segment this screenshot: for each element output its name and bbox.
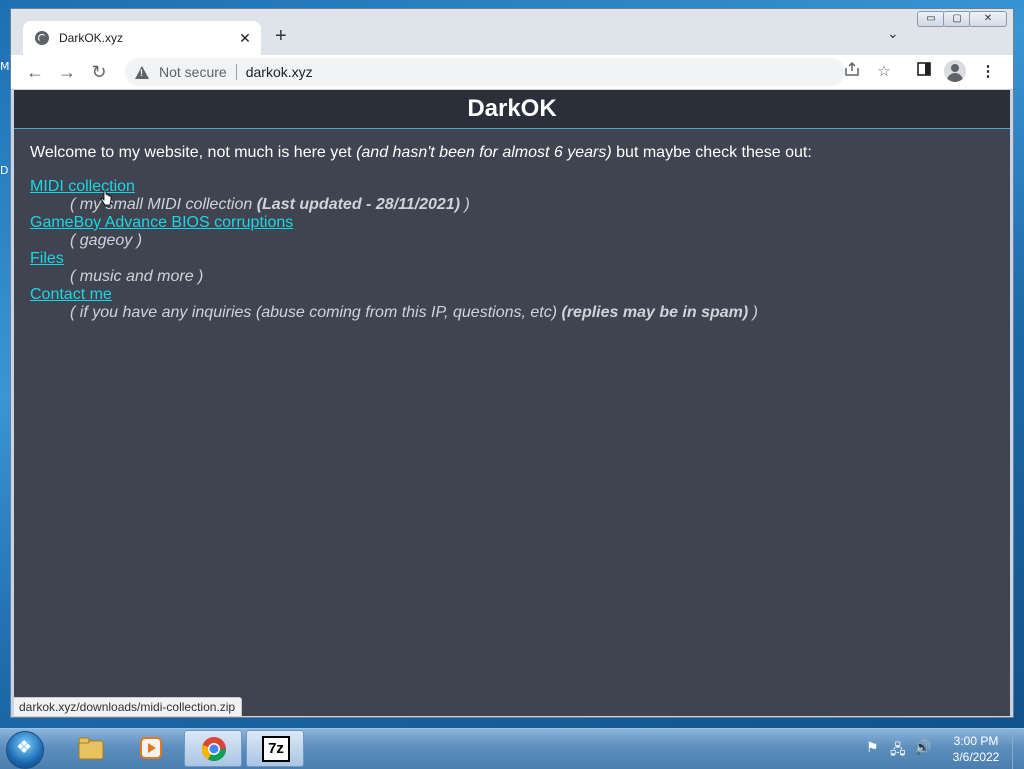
tab-title: DarkOK.xyz bbox=[59, 31, 124, 45]
list-item: Contact me ( if you have any inquiries (… bbox=[30, 286, 994, 322]
desc-bold: (Last updated - 28/11/2021) bbox=[256, 196, 461, 213]
chrome-icon bbox=[201, 737, 226, 762]
desc-text: ( if you have any inquiries (abuse comin… bbox=[70, 304, 562, 321]
browser-toolbar: ← → ↻ Not secure darkok.xyz ☆ ⋮ bbox=[11, 55, 1013, 89]
browser-window: DarkOK.xyz ✕ + ⌄ ▭ ▢ ✕ ← → ↻ Not secure … bbox=[10, 8, 1014, 718]
taskbar-chrome[interactable] bbox=[184, 730, 242, 767]
midi-collection-link[interactable]: MIDI collection bbox=[30, 178, 135, 196]
site-header: DarkOK bbox=[14, 90, 1010, 129]
action-center-flag-icon[interactable]: ⚑ bbox=[866, 739, 879, 756]
show-desktop-button[interactable] bbox=[1012, 729, 1024, 769]
new-tab-button[interactable]: + bbox=[275, 25, 287, 47]
desc-text: ( music and more ) bbox=[70, 268, 204, 285]
list-item: GameBoy Advance BIOS corruptions ( gageo… bbox=[30, 214, 994, 250]
desktop-icon-label-fragment[interactable]: M bbox=[0, 60, 10, 73]
minimize-button[interactable]: ▭ bbox=[917, 11, 945, 27]
welcome-prefix: Welcome to my website, not much is here … bbox=[30, 144, 357, 161]
address-bar[interactable]: Not secure darkok.xyz bbox=[125, 58, 845, 86]
security-label[interactable]: Not secure bbox=[159, 64, 227, 80]
star-icon[interactable]: ☆ bbox=[873, 61, 895, 83]
profile-icon[interactable] bbox=[944, 60, 966, 82]
maximize-button[interactable]: ▢ bbox=[943, 11, 971, 27]
volume-icon[interactable]: 🔊 bbox=[914, 739, 931, 756]
globe-icon bbox=[35, 31, 49, 45]
status-bar-url: darkok.xyz/downloads/midi-collection.zip bbox=[14, 697, 243, 716]
tab-strip: DarkOK.xyz ✕ + ⌄ ▭ ▢ ✕ bbox=[11, 9, 1013, 55]
welcome-suffix: but maybe check these out: bbox=[611, 144, 812, 161]
system-tray: ⚑ 🖧 🔊 bbox=[862, 737, 942, 761]
desc-text: ( my small MIDI collection bbox=[70, 196, 257, 213]
files-link[interactable]: Files bbox=[30, 250, 64, 268]
taskbar-clock[interactable]: 3:00 PM 3/6/2022 bbox=[946, 733, 1006, 765]
page-content: Welcome to my website, not much is here … bbox=[14, 129, 1010, 337]
contact-me-link[interactable]: Contact me bbox=[30, 286, 112, 304]
back-button[interactable]: ← bbox=[23, 61, 47, 83]
welcome-italic: (and hasn't been for almost 6 years) bbox=[356, 144, 612, 161]
tab-search-button[interactable]: ⌄ bbox=[887, 25, 899, 42]
welcome-text: Welcome to my website, not much is here … bbox=[30, 144, 994, 162]
start-button[interactable] bbox=[6, 731, 44, 769]
desc-end: ) bbox=[460, 196, 470, 213]
media-player-icon bbox=[140, 737, 162, 759]
close-window-button[interactable]: ✕ bbox=[969, 11, 1007, 27]
link-description: ( music and more ) bbox=[30, 268, 994, 286]
list-item: MIDI collection ( my small MIDI collecti… bbox=[30, 178, 994, 214]
menu-icon[interactable]: ⋮ bbox=[977, 61, 999, 83]
browser-tab[interactable]: DarkOK.xyz ✕ bbox=[23, 21, 261, 55]
web-page: DarkOK Welcome to my website, not much i… bbox=[14, 90, 1010, 716]
site-title: DarkOK bbox=[467, 95, 557, 122]
omnibox-divider bbox=[235, 64, 237, 80]
7zip-icon: 7z bbox=[262, 736, 290, 762]
taskbar-explorer[interactable] bbox=[62, 730, 120, 767]
list-item: Files ( music and more ) bbox=[30, 250, 994, 286]
gba-bios-corruptions-link[interactable]: GameBoy Advance BIOS corruptions bbox=[30, 214, 293, 232]
forward-button[interactable]: → bbox=[55, 61, 79, 83]
taskbar: 7z ⚑ 🖧 🔊 3:00 PM 3/6/2022 bbox=[0, 728, 1024, 769]
clock-date: 3/6/2022 bbox=[952, 750, 1000, 764]
taskbar-7zip[interactable]: 7z bbox=[246, 730, 304, 767]
link-description: ( if you have any inquiries (abuse comin… bbox=[30, 304, 994, 322]
network-icon[interactable]: 🖧 bbox=[890, 739, 906, 763]
url-text[interactable]: darkok.xyz bbox=[246, 64, 313, 80]
warning-icon[interactable] bbox=[135, 65, 149, 79]
desc-end: ) bbox=[748, 304, 759, 321]
desc-text: ( gageoy ) bbox=[70, 232, 143, 249]
side-panel-icon[interactable] bbox=[913, 61, 935, 83]
tab-close-icon[interactable]: ✕ bbox=[235, 30, 255, 47]
windows-explorer-icon bbox=[78, 737, 104, 760]
share-icon[interactable] bbox=[841, 61, 863, 83]
desktop-icon-label-fragment[interactable]: D bbox=[0, 164, 8, 177]
link-description: ( gageoy ) bbox=[30, 232, 994, 250]
desc-bold: (replies may be in spam) bbox=[561, 304, 749, 321]
hand-cursor-icon bbox=[100, 190, 112, 206]
clock-time: 3:00 PM bbox=[953, 734, 999, 748]
link-description: ( my small MIDI collection (Last updated… bbox=[30, 196, 994, 214]
taskbar-media-player[interactable] bbox=[122, 730, 180, 767]
reload-button[interactable]: ↻ bbox=[87, 61, 111, 83]
